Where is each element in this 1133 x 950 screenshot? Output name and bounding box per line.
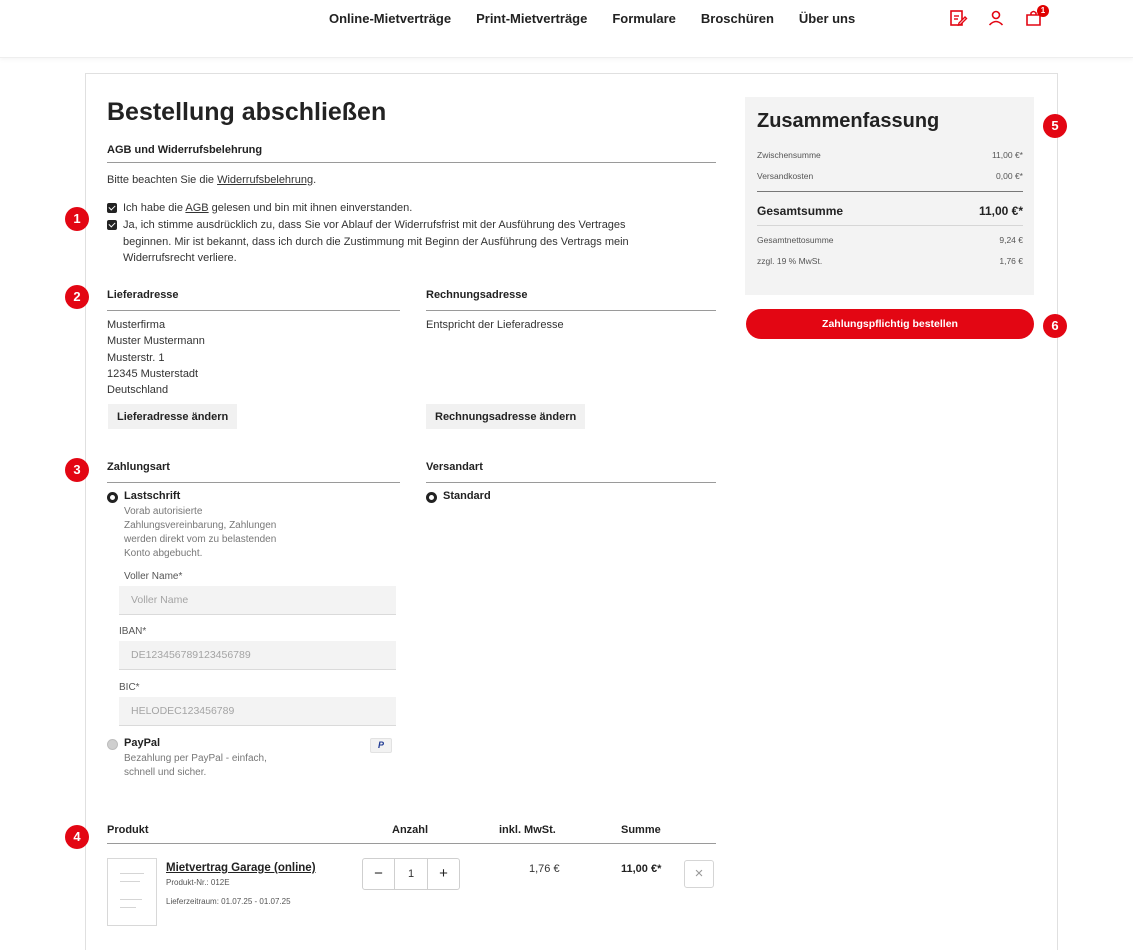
column-header-total: Summe (621, 824, 661, 836)
product-number: Produkt-Nr.: 012E (166, 878, 230, 887)
quantity-increase-button[interactable]: + (428, 859, 459, 889)
nav-link-ueber-uns[interactable]: Über uns (799, 11, 855, 26)
agb-consent: Ich habe die AGB gelesen und bin mit ihn… (107, 200, 412, 217)
summary-title: Zusammenfassung (757, 110, 940, 132)
paypal-radio[interactable] (107, 739, 118, 750)
shipping-address: Musterfirma Muster Mustermann Musterstr.… (107, 319, 205, 397)
agb-consent-label: Ich habe die AGB gelesen und bin mit ihn… (123, 202, 413, 214)
debit-label: Lastschrift (124, 490, 181, 502)
column-header-product: Produkt (107, 824, 149, 836)
top-navigation: Online-Mietverträge Print-Mietverträge F… (0, 0, 1133, 58)
withdrawal-checkbox[interactable] (107, 220, 117, 230)
cart-icon[interactable]: 1 (1024, 5, 1049, 28)
nav-link-formulare[interactable]: Formulare (612, 11, 676, 26)
paypal-label: PayPal (124, 737, 161, 749)
withdrawal-consent: Ja, ich stimme ausdrücklich zu, dass Sie… (107, 217, 629, 267)
close-icon: × (694, 865, 704, 882)
product-vat: 1,76 € (529, 863, 560, 875)
shipping-address-heading: Lieferadresse (107, 289, 179, 301)
main-nav: Online-Mietverträge Print-Mietverträge F… (329, 11, 880, 26)
paypal-description: Bezahlung per PayPal - einfach, schnell … (124, 753, 267, 778)
step-marker-1: 1 (65, 207, 89, 231)
standard-shipping-label: Standard (443, 490, 491, 502)
withdrawal-notice: Bitte beachten Sie die Widerrufsbelehrun… (107, 174, 317, 186)
nav-icons: 1 (948, 5, 1049, 28)
edit-document-icon[interactable] (948, 8, 968, 28)
change-shipping-address-button[interactable]: Lieferadresse ändern (108, 404, 238, 429)
place-order-button[interactable]: Zahlungspflichtig bestellen (746, 309, 1034, 339)
shipping-cost-row: Versandkosten 0,00 €* (757, 171, 1023, 181)
page-title: Bestellung abschließen (107, 98, 387, 126)
column-header-quantity: Anzahl (392, 824, 429, 836)
agb-link[interactable]: AGB (185, 202, 208, 214)
divider (107, 843, 716, 844)
step-marker-6: 6 (1043, 314, 1067, 338)
debit-radio[interactable] (107, 492, 118, 503)
billing-address: Entspricht der Lieferadresse (426, 319, 564, 331)
full-name-label: Voller Name* (124, 571, 183, 582)
user-icon[interactable] (986, 8, 1006, 28)
divider (107, 162, 716, 163)
product-total: 11,00 €* (621, 863, 662, 875)
subtotal-row: Zwischensumme 11,00 €* (757, 150, 1023, 160)
standard-shipping-radio[interactable] (426, 492, 437, 503)
remove-item-button[interactable]: × (684, 860, 714, 888)
quantity-stepper: − 1 + (362, 858, 460, 890)
paypal-logo-icon: P (370, 738, 392, 753)
quantity-value[interactable]: 1 (394, 859, 428, 889)
debit-description: Vorab autorisierte Zahlungsvereinbarung,… (124, 506, 277, 559)
withdrawal-policy-link[interactable]: Widerrufsbelehrung (217, 174, 313, 186)
divider (426, 310, 716, 311)
step-marker-2: 2 (65, 285, 89, 309)
net-total-row: Gesamtnettosumme 9,24 € (757, 235, 1023, 245)
bic-input[interactable] (119, 697, 396, 726)
delivery-period: Lieferzeitraum: 01.07.25 - 01.07.25 (166, 897, 291, 906)
quantity-decrease-button[interactable]: − (363, 859, 394, 889)
divider (107, 310, 400, 311)
divider (107, 482, 400, 483)
step-marker-4: 4 (65, 825, 89, 849)
iban-input[interactable] (119, 641, 396, 670)
nav-link-print-mietvertraege[interactable]: Print-Mietverträge (476, 11, 587, 26)
step-marker-5: 5 (1043, 114, 1067, 138)
terms-heading: AGB und Widerrufsbelehrung (107, 144, 263, 156)
step-marker-3: 3 (65, 458, 89, 482)
nav-link-broschueren[interactable]: Broschüren (701, 11, 774, 26)
shipping-method-heading: Versandart (426, 461, 483, 473)
bic-label: BIC* (119, 682, 140, 693)
change-billing-address-button[interactable]: Rechnungsadresse ändern (426, 404, 586, 429)
payment-heading: Zahlungsart (107, 461, 170, 473)
withdrawal-consent-label: Ja, ich stimme ausdrücklich zu, dass Sie… (123, 219, 629, 264)
divider (426, 482, 716, 483)
agb-checkbox[interactable] (107, 203, 117, 213)
divider (757, 191, 1023, 192)
product-thumbnail (107, 858, 157, 926)
product-name-link[interactable]: Mietvertrag Garage (online) (166, 862, 316, 874)
column-header-vat: inkl. MwSt. (499, 824, 556, 836)
divider (757, 225, 1023, 226)
nav-link-online-mietvertraege[interactable]: Online-Mietverträge (329, 11, 451, 26)
total-row: Gesamtsumme 11,00 €* (757, 204, 1023, 218)
full-name-input[interactable] (119, 586, 396, 615)
cart-count-badge: 1 (1037, 5, 1049, 17)
billing-address-heading: Rechnungsadresse (426, 289, 528, 301)
tax-row: zzgl. 19 % MwSt. 1,76 € (757, 256, 1023, 266)
iban-label: IBAN* (119, 626, 147, 637)
